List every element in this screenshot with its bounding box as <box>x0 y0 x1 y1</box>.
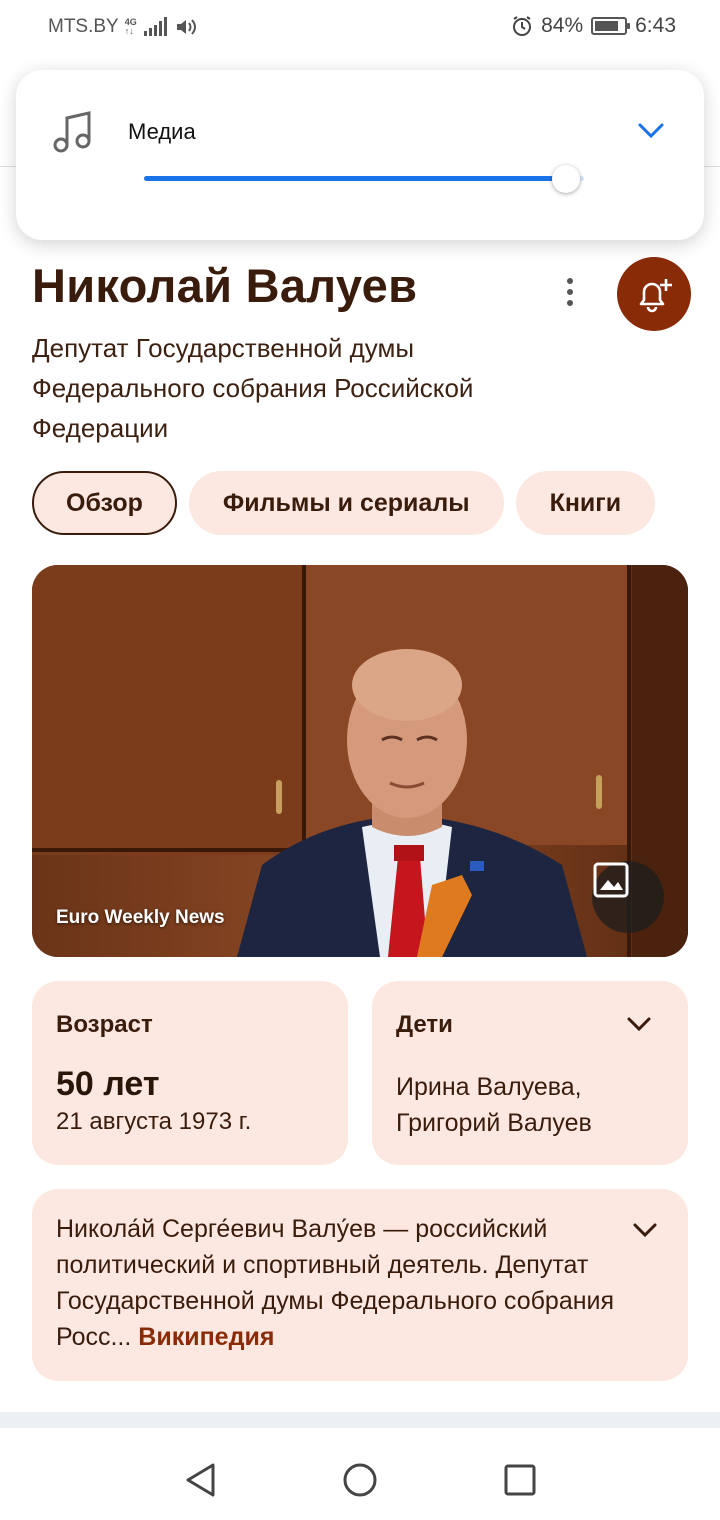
page-title: Николай Валуев <box>32 259 418 312</box>
more-options-button[interactable] <box>552 272 588 312</box>
home-button[interactable] <box>340 1460 380 1500</box>
system-nav-bar <box>0 1440 720 1520</box>
image-gallery-button[interactable] <box>592 861 664 933</box>
more-dot <box>567 289 573 295</box>
network-type-icon: 4G ↑↓ <box>124 17 137 36</box>
age-card: Возраст 50 лет 21 августа 1973 г. <box>32 981 348 1165</box>
description-card[interactable]: Никола́й Серге́евич Валу́ев — российский… <box>32 1189 688 1381</box>
children-card[interactable]: Дети Ирина Валуева, Григорий Валуев <box>372 981 688 1165</box>
description-text: Никола́й Серге́евич Валу́ев — российский… <box>56 1215 615 1351</box>
age-value: 50 лет <box>56 1065 160 1103</box>
children-value: Ирина Валуева, Григорий Валуев <box>396 1073 592 1137</box>
age-label: Возраст <box>56 1011 153 1038</box>
volume-slider-fill <box>144 176 567 181</box>
chevron-down-icon[interactable] <box>626 1015 652 1033</box>
more-dot <box>567 300 573 306</box>
recents-button[interactable] <box>500 1460 540 1500</box>
page-subtitle: Депутат Государственной думы Федеральног… <box>32 333 474 443</box>
music-note-icon <box>53 111 91 153</box>
clock: 6:43 <box>635 14 676 37</box>
home-circle-icon <box>343 1463 377 1497</box>
chevron-down-icon[interactable] <box>636 118 666 142</box>
image-icon <box>593 862 629 898</box>
battery-level <box>595 21 618 31</box>
tab-chips: Обзор Фильмы и сериалы Книги <box>32 471 656 535</box>
more-dot <box>567 278 573 284</box>
children-label: Дети <box>396 1011 453 1038</box>
status-bar: MTS.BY 4G ↑↓ 84% 6:43 <box>0 0 720 58</box>
birth-date: 21 августа 1973 г. <box>56 1108 252 1135</box>
chevron-down-icon[interactable] <box>632 1221 658 1239</box>
carrier-label: MTS.BY <box>48 16 119 37</box>
portrait-image <box>32 565 688 957</box>
battery-percent: 84% <box>541 14 584 37</box>
tab-books[interactable]: Книги <box>515 471 656 535</box>
bell-plus-icon <box>639 279 672 313</box>
signal-icon <box>143 17 167 36</box>
media-label: Медиа <box>128 119 196 144</box>
back-triangle-icon <box>186 1463 215 1497</box>
section-divider <box>0 1412 720 1428</box>
volume-slider[interactable] <box>144 165 584 193</box>
back-button[interactable] <box>180 1460 220 1500</box>
follow-notify-button[interactable] <box>617 257 691 331</box>
media-volume-popup: Медиа <box>16 70 704 240</box>
recents-square-icon <box>504 1464 536 1496</box>
tab-overview[interactable]: Обзор <box>32 471 177 535</box>
volume-slider-thumb[interactable] <box>552 165 581 193</box>
battery-icon <box>591 17 631 35</box>
photo-source: Euro Weekly News <box>56 907 225 928</box>
alarm-icon <box>513 16 532 36</box>
person-photo[interactable]: Euro Weekly News <box>32 565 688 957</box>
tab-films-series[interactable]: Фильмы и сериалы <box>188 471 504 535</box>
wikipedia-link[interactable]: Википедия <box>138 1323 274 1351</box>
volume-icon <box>176 19 196 35</box>
